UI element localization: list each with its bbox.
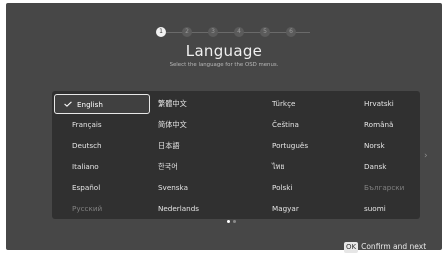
language-label: Português: [272, 141, 309, 150]
language-option[interactable]: Română: [364, 115, 393, 135]
language-option[interactable]: English: [54, 94, 150, 114]
step-indicator: 1 2 3 4 5 6: [6, 25, 442, 39]
language-label: English: [77, 100, 103, 109]
language-option[interactable]: ไทย: [272, 157, 285, 177]
language-option[interactable]: Čeština: [272, 115, 299, 135]
page-subtitle: Select the language for the OSD menus.: [169, 62, 279, 68]
page-dot: [227, 220, 230, 223]
step-6: 6: [286, 27, 296, 37]
language-label: Türkçe: [272, 99, 296, 108]
language-option[interactable]: Hrvatski: [364, 94, 394, 114]
language-label: Nederlands: [158, 204, 200, 213]
language-option[interactable]: 한국어: [158, 157, 178, 177]
page-title: Language: [185, 42, 263, 60]
language-option[interactable]: Русский: [72, 199, 102, 219]
language-grid: English Français Deutsch Italiano Español Рус…: [52, 91, 420, 219]
language-label: 한국어: [158, 162, 178, 171]
language-option[interactable]: Türkçe: [272, 94, 295, 114]
language-option[interactable]: Magyar: [272, 199, 299, 219]
language-option[interactable]: Português: [272, 136, 308, 156]
language-option[interactable]: Svenska: [158, 178, 188, 198]
step-3: 3: [208, 27, 218, 37]
language-label: Deutsch: [72, 141, 102, 150]
language-label: Magyar: [272, 204, 299, 213]
language-option[interactable]: Dansk: [364, 157, 386, 177]
language-label: 简体中文: [158, 120, 187, 129]
confirm-label: Confirm and next: [361, 242, 427, 251]
ok-key-icon: OK: [344, 241, 359, 253]
osd-screen: 1 2 3 4 5 6 Language Select the language for …: [6, 3, 442, 253]
language-label: Русский: [72, 204, 103, 213]
language-label: Italiano: [72, 162, 99, 171]
language-label: suomi: [364, 204, 386, 213]
language-option[interactable]: Italiano: [72, 157, 99, 177]
language-option[interactable]: Norsk: [364, 136, 385, 156]
step-2: 2: [182, 27, 192, 37]
language-option[interactable]: 日本語: [158, 136, 180, 156]
language-option[interactable]: suomi: [364, 199, 386, 219]
page-dot: [233, 220, 236, 223]
language-label: 繁體中文: [158, 99, 187, 108]
language-option[interactable]: 繁體中文: [158, 94, 187, 114]
language-label: Čeština: [272, 120, 299, 129]
language-label: Hrvatski: [364, 99, 394, 108]
language-label: Norsk: [364, 141, 385, 150]
confirm-hint[interactable]: OK Confirm and next: [344, 241, 426, 253]
language-option[interactable]: Polski: [272, 178, 292, 198]
step-4: 4: [234, 27, 244, 37]
language-label: Español: [72, 183, 101, 192]
language-option[interactable]: Français: [72, 115, 102, 135]
language-label: Français: [72, 120, 102, 129]
checkmark-icon: [64, 101, 72, 107]
language-label: ไทย: [272, 162, 285, 171]
step-1: 1: [156, 27, 166, 37]
language-label: Български: [364, 183, 405, 192]
language-label: Română: [364, 120, 394, 129]
language-option[interactable]: 简体中文: [158, 115, 187, 135]
language-label: 日本語: [158, 141, 180, 150]
language-label: Svenska: [158, 183, 188, 192]
chevron-right-icon[interactable]: ›: [424, 151, 428, 161]
language-option[interactable]: Deutsch: [72, 136, 102, 156]
language-option[interactable]: Nederlands: [158, 199, 199, 219]
language-label: Polski: [272, 183, 293, 192]
language-label: Dansk: [364, 162, 387, 171]
language-option[interactable]: Български: [364, 178, 404, 198]
language-option[interactable]: Español: [72, 178, 100, 198]
step-5: 5: [260, 27, 270, 37]
